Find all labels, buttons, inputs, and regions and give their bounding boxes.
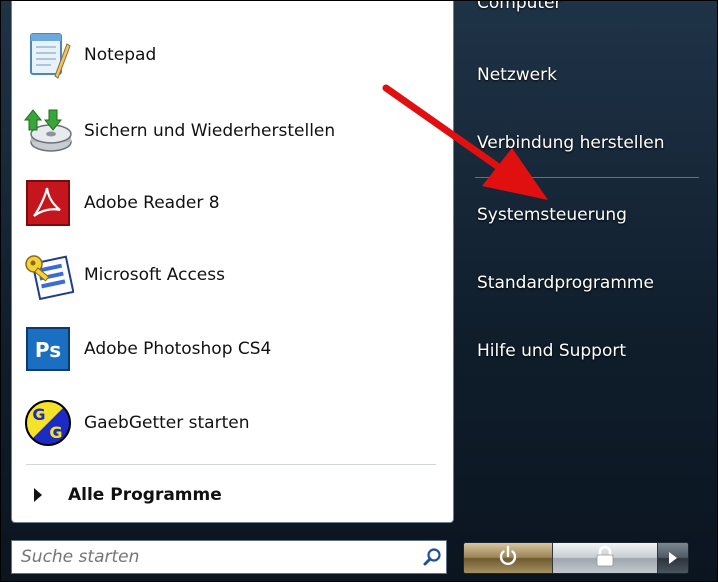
microsoft-access-icon (22, 249, 74, 301)
program-microsoft-access[interactable]: Microsoft Access (18, 243, 448, 307)
gaebgetter-icon: G G (22, 397, 74, 449)
power-icon (497, 545, 519, 571)
photoshop-badge-text: Ps (35, 338, 61, 362)
program-adobe-photoshop-cs4[interactable]: Ps Adobe Photoshop CS4 (18, 317, 448, 381)
triangle-right-icon (34, 488, 42, 502)
program-label: Adobe Reader 8 (84, 193, 220, 213)
photoshop-icon: Ps (22, 323, 74, 375)
arrow-right-icon (668, 549, 678, 568)
search-input[interactable] (12, 546, 418, 568)
right-item-hilfe-und-support[interactable]: Hilfe und Support (477, 341, 626, 361)
all-programs-label: Alle Programme (68, 485, 222, 505)
right-item-systemsteuerung[interactable]: Systemsteuerung (477, 205, 627, 225)
program-label: Microsoft Access (84, 265, 225, 285)
gaeb-letter-top: G (32, 405, 45, 424)
right-item-standardprogramme[interactable]: Standardprogramme (477, 273, 654, 293)
power-options-button[interactable] (658, 543, 688, 573)
power-controls (463, 542, 689, 574)
right-item-netzwerk[interactable]: Netzwerk (477, 65, 557, 85)
program-label: GaebGetter starten (84, 413, 250, 433)
lock-icon (595, 545, 615, 571)
start-menu: Computer Netzwerk Verbindung herstellen … (0, 0, 718, 582)
right-divider (475, 177, 699, 178)
backup-restore-icon (22, 105, 74, 157)
power-button[interactable] (464, 543, 553, 573)
program-label: Notepad (84, 45, 157, 65)
search-box[interactable] (11, 540, 447, 574)
program-notepad[interactable]: Notepad (18, 23, 448, 87)
right-item-computer[interactable]: Computer (477, 1, 562, 13)
programs-divider (26, 464, 436, 465)
lock-button[interactable] (553, 543, 658, 573)
program-label: Sichern und Wiederherstellen (84, 121, 336, 141)
programs-panel: Notepad Sichern und Wiederherstellen Ado… (11, 1, 454, 523)
adobe-reader-icon (22, 177, 74, 229)
notepad-icon (22, 29, 74, 81)
program-sichern-und-wiederherstellen[interactable]: Sichern und Wiederherstellen (18, 99, 448, 163)
right-item-verbindung-herstellen[interactable]: Verbindung herstellen (477, 133, 664, 153)
program-gaebgetter-starten[interactable]: G G GaebGetter starten (18, 391, 448, 455)
search-icon[interactable] (418, 543, 446, 571)
all-programs-button[interactable]: Alle Programme (32, 479, 432, 511)
program-label: Adobe Photoshop CS4 (84, 339, 272, 359)
gaeb-letter-bottom: G (49, 423, 62, 442)
program-adobe-reader-8[interactable]: Adobe Reader 8 (18, 171, 448, 235)
